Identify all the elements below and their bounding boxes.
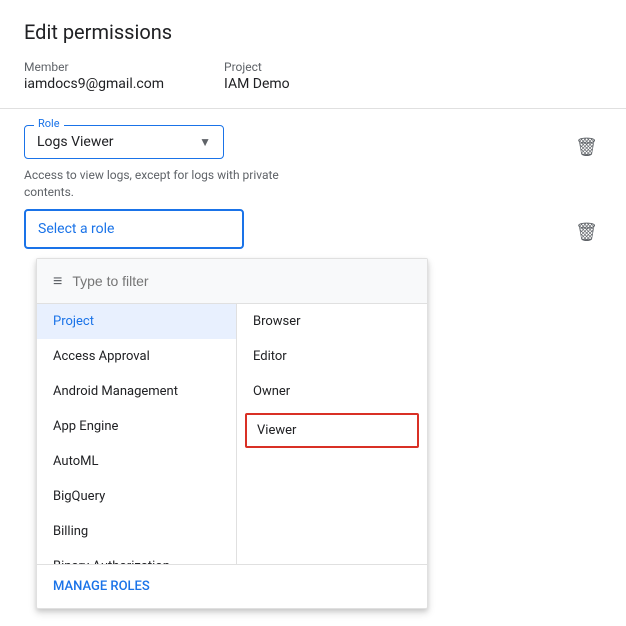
left-item-android-management[interactable]: Android Management [37, 374, 236, 409]
left-column: Project Access Approval Android Manageme… [37, 304, 237, 564]
select-role-placeholder: Select a role [38, 221, 114, 237]
main-content: Role Logs Viewer ▼ Access to view logs, … [0, 109, 626, 265]
right-item-editor[interactable]: Editor [237, 339, 427, 374]
select-role-row: Select a role 🗑 [24, 209, 602, 249]
left-item-app-engine[interactable]: App Engine [37, 409, 236, 444]
member-field: Member iamdocs9@gmail.com [24, 60, 164, 92]
filter-row: ≡ [37, 259, 427, 304]
role-select-dropdown[interactable]: Logs Viewer ▼ [24, 125, 224, 159]
left-item-binary-authorization[interactable]: Binary Authorization [37, 549, 236, 564]
delete-role-1-button[interactable]: 🗑 [571, 133, 602, 162]
left-item-bigquery[interactable]: BigQuery [37, 479, 236, 514]
left-item-billing[interactable]: Billing [37, 514, 236, 549]
right-item-viewer[interactable]: Viewer [245, 413, 419, 448]
page-title: Edit permissions [24, 20, 602, 44]
project-field: Project IAM Demo [224, 60, 290, 92]
filter-icon: ≡ [53, 271, 62, 291]
member-project-row: Member iamdocs9@gmail.com Project IAM De… [24, 60, 602, 92]
role-dropdown-panel: ≡ Project Access Approval Android Manage… [36, 258, 428, 609]
delete-role-2-button[interactable]: 🗑 [571, 218, 602, 247]
left-item-access-approval[interactable]: Access Approval [37, 339, 236, 374]
manage-roles-link[interactable]: MANAGE ROLES [37, 564, 427, 608]
left-item-project[interactable]: Project [37, 304, 236, 339]
role-dropdown-wrapper: Role Logs Viewer ▼ [24, 125, 224, 159]
project-value: IAM Demo [224, 76, 290, 92]
filter-input[interactable] [72, 273, 411, 289]
role-description: Access to view logs, except for logs wit… [24, 167, 284, 201]
right-item-owner[interactable]: Owner [237, 374, 427, 409]
chevron-down-icon: ▼ [199, 135, 211, 149]
page: Edit permissions Member iamdocs9@gmail.c… [0, 0, 626, 626]
role-field-label: Role [34, 117, 64, 130]
select-role-input[interactable]: Select a role [24, 209, 244, 249]
project-label: Project [224, 60, 290, 74]
role-row-1: Role Logs Viewer ▼ Access to view logs, … [24, 125, 602, 201]
dropdown-columns: Project Access Approval Android Manageme… [37, 304, 427, 564]
member-value: iamdocs9@gmail.com [24, 76, 164, 92]
header: Edit permissions Member iamdocs9@gmail.c… [0, 0, 626, 109]
right-item-browser[interactable]: Browser [237, 304, 427, 339]
right-column: Browser Editor Owner Viewer [237, 304, 427, 564]
member-label: Member [24, 60, 164, 74]
role-select-value: Logs Viewer [37, 134, 114, 150]
role-left: Role Logs Viewer ▼ Access to view logs, … [24, 125, 571, 201]
left-item-automl[interactable]: AutoML [37, 444, 236, 479]
